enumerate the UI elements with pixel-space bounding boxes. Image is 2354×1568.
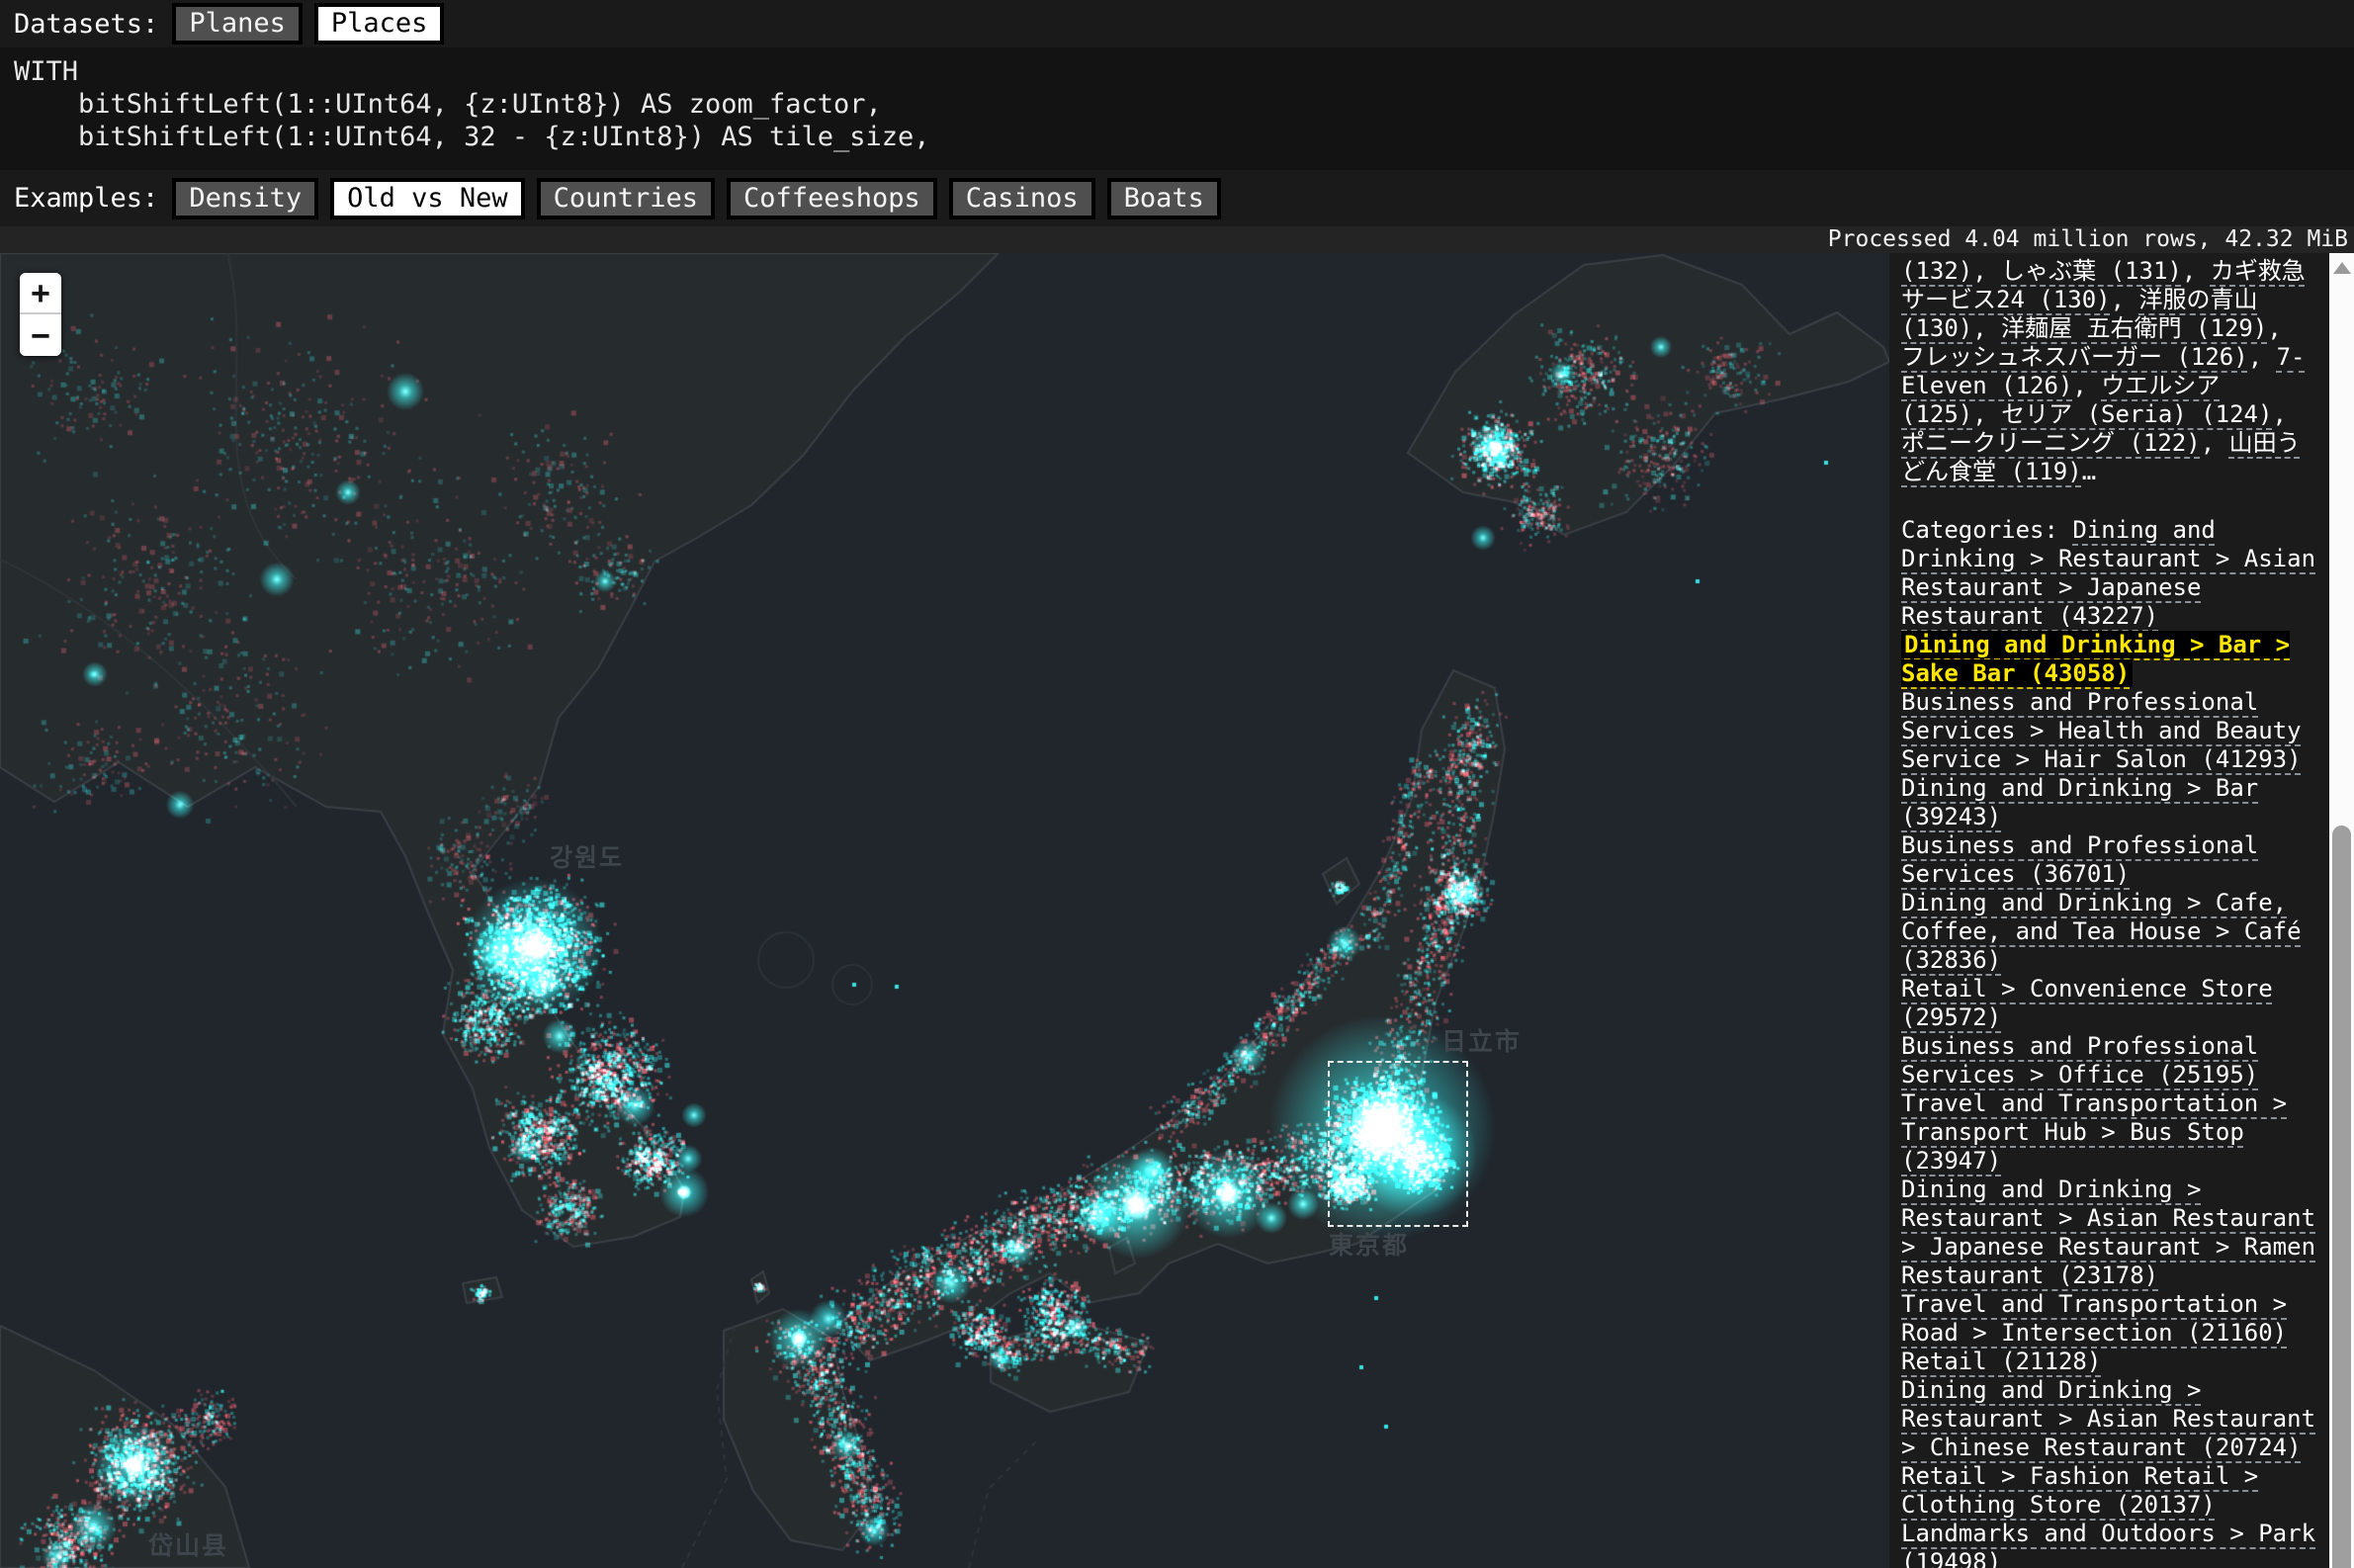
- examples-bar: Examples: Density Old vs New Countries Coff…: [0, 170, 2354, 226]
- category-item: Retail > Fashion Retail > Clothing Store…: [1901, 1462, 2319, 1520]
- brands-list: (132), しゃぶ葉 (131), カギ救急サービス24 (130), 洋服の…: [1901, 257, 2319, 486]
- brand-link[interactable]: しゃぶ葉 (131): [2001, 257, 2182, 285]
- category-item: Business and Professional Services > Hea…: [1901, 688, 2319, 774]
- category-link[interactable]: Retail > Convenience Store (29572): [1901, 975, 2273, 1031]
- map[interactable]: + − 日立市東京都 강원도 岱山县: [0, 253, 1889, 1568]
- examples-button-group: Density Old vs New Countries Coffeeshops Cas…: [172, 178, 1221, 219]
- scrollbar[interactable]: [2329, 253, 2354, 1568]
- category-item: Dining and Drinking > Cafe, Coffee, and …: [1901, 889, 2319, 975]
- example-button-old-vs-new[interactable]: Old vs New: [330, 178, 525, 219]
- category-item: Dining and Drinking > Restaurant > Asian…: [1901, 1176, 2319, 1290]
- category-item: Dining and Drinking > Bar (39243): [1901, 774, 2319, 831]
- example-button-coffeeshops[interactable]: Coffeeshops: [727, 178, 937, 219]
- brand-separator: ,: [2111, 286, 2139, 313]
- category-link[interactable]: Travel and Transportation > Road > Inter…: [1901, 1290, 2287, 1347]
- category-item: Retail > Convenience Store (29572): [1901, 975, 2319, 1032]
- example-button-countries[interactable]: Countries: [537, 178, 715, 219]
- category-link[interactable]: Dining and Drinking > Bar > Sake Bar (43…: [1901, 631, 2290, 687]
- brand-separator: ,: [2248, 343, 2277, 371]
- app-window: Datasets: Planes Places WITH bitShiftLeft…: [0, 0, 2354, 1567]
- map-place-label: 岱山县: [148, 1526, 228, 1562]
- category-link[interactable]: Retail (21128): [1901, 1348, 2101, 1375]
- status-bar: Processed 4.04 million rows, 42.32 MiB: [0, 226, 2354, 253]
- category-item: Dining and Drinking > Restaurant > Asian…: [1901, 1376, 2319, 1462]
- category-item: Travel and Transportation > Transport Hu…: [1901, 1089, 2319, 1176]
- brand-separator: ,: [2072, 372, 2101, 399]
- zoom-out-button[interactable]: −: [20, 314, 61, 356]
- brand-link[interactable]: セリア (Seria) (124): [2001, 400, 2272, 428]
- scrollbar-thumb[interactable]: [2332, 826, 2351, 1568]
- category-link[interactable]: Landmarks and Outdoors > Park (19498): [1901, 1520, 2315, 1568]
- category-link[interactable]: Retail > Fashion Retail > Clothing Store…: [1901, 1462, 2258, 1519]
- brand-link[interactable]: フレッシュネスバーガー (126): [1901, 343, 2248, 371]
- categories-label: Categories:: [1901, 516, 2072, 544]
- category-link[interactable]: Dining and Drinking > Restaurant > Asian…: [1901, 1376, 2315, 1461]
- query-editor[interactable]: WITH bitShiftLeft(1::UInt64, {z:UInt8}) …: [0, 47, 2354, 170]
- dataset-button-places[interactable]: Places: [314, 3, 445, 44]
- example-button-boats[interactable]: Boats: [1107, 178, 1221, 219]
- category-link[interactable]: Dining and Drinking > Cafe, Coffee, and …: [1901, 889, 2302, 974]
- categories-list: Categories: Dining and Drinking > Restau…: [1901, 516, 2319, 1568]
- category-item: Business and Professional Services > Off…: [1901, 1032, 2319, 1089]
- category-link[interactable]: Business and Professional Services (3670…: [1901, 831, 2258, 888]
- brand-link[interactable]: (132): [1901, 257, 1972, 285]
- brand-separator: ,: [1972, 400, 2001, 428]
- brand-separator: ,: [1972, 314, 2001, 342]
- selection-rectangle: [1328, 1061, 1468, 1227]
- brand-separator: ,: [2201, 429, 2229, 457]
- main-area: + − 日立市東京都 강원도 岱山县 (132), しゃぶ葉 (131), カギ救急…: [0, 253, 2354, 1568]
- datasets-bar: Datasets: Planes Places: [0, 0, 2354, 47]
- brand-link[interactable]: ポニークリーニング (122): [1901, 429, 2201, 457]
- datasets-button-group: Planes Places: [172, 3, 444, 44]
- sidebar[interactable]: (132), しゃぶ葉 (131), カギ救急サービス24 (130), 洋服の…: [1889, 253, 2329, 1568]
- category-item: Landmarks and Outdoors > Park (19498): [1901, 1520, 2319, 1568]
- brand-separator: ,: [1972, 257, 2001, 285]
- category-link[interactable]: Travel and Transportation > Transport Hu…: [1901, 1089, 2287, 1175]
- category-link[interactable]: Dining and Drinking > Bar (39243): [1901, 774, 2258, 830]
- dataset-button-planes[interactable]: Planes: [172, 3, 303, 44]
- brand-separator: ,: [2267, 314, 2281, 342]
- brands-ellipsis: …: [2082, 458, 2096, 485]
- example-button-density[interactable]: Density: [172, 178, 318, 219]
- status-text: Processed 4.04 million rows, 42.32 MiB: [1828, 226, 2348, 252]
- brand-link[interactable]: 洋麺屋 五右衛門 (129): [2001, 314, 2267, 342]
- examples-label: Examples:: [14, 183, 158, 214]
- zoom-in-button[interactable]: +: [20, 273, 61, 314]
- query-text: WITH bitShiftLeft(1::UInt64, {z:UInt8}) …: [14, 55, 2354, 153]
- map-place-label: 日立市: [1441, 1022, 1522, 1058]
- brand-separator: ,: [2272, 400, 2286, 428]
- category-item: Business and Professional Services (3670…: [1901, 831, 2319, 889]
- category-item: Categories: Dining and Drinking > Restau…: [1901, 516, 2319, 631]
- map-canvas[interactable]: [0, 253, 1889, 1568]
- category-link[interactable]: Dining and Drinking > Restaurant > Asian…: [1901, 1176, 2315, 1289]
- brand-separator: ,: [2182, 257, 2211, 285]
- scroll-up-icon[interactable]: [2333, 262, 2351, 274]
- datasets-label: Datasets:: [14, 9, 158, 40]
- map-place-label: 東京都: [1329, 1226, 1409, 1262]
- category-item: Retail (21128): [1901, 1348, 2319, 1376]
- category-link[interactable]: Business and Professional Services > Off…: [1901, 1032, 2258, 1089]
- category-item: Travel and Transportation > Road > Inter…: [1901, 1290, 2319, 1348]
- example-button-casinos[interactable]: Casinos: [949, 178, 1095, 219]
- category-item: Dining and Drinking > Bar > Sake Bar (43…: [1901, 631, 2319, 688]
- category-link[interactable]: Business and Professional Services > Hea…: [1901, 688, 2302, 773]
- map-place-label: 강원도: [550, 838, 624, 874]
- zoom-control: + −: [20, 273, 61, 356]
